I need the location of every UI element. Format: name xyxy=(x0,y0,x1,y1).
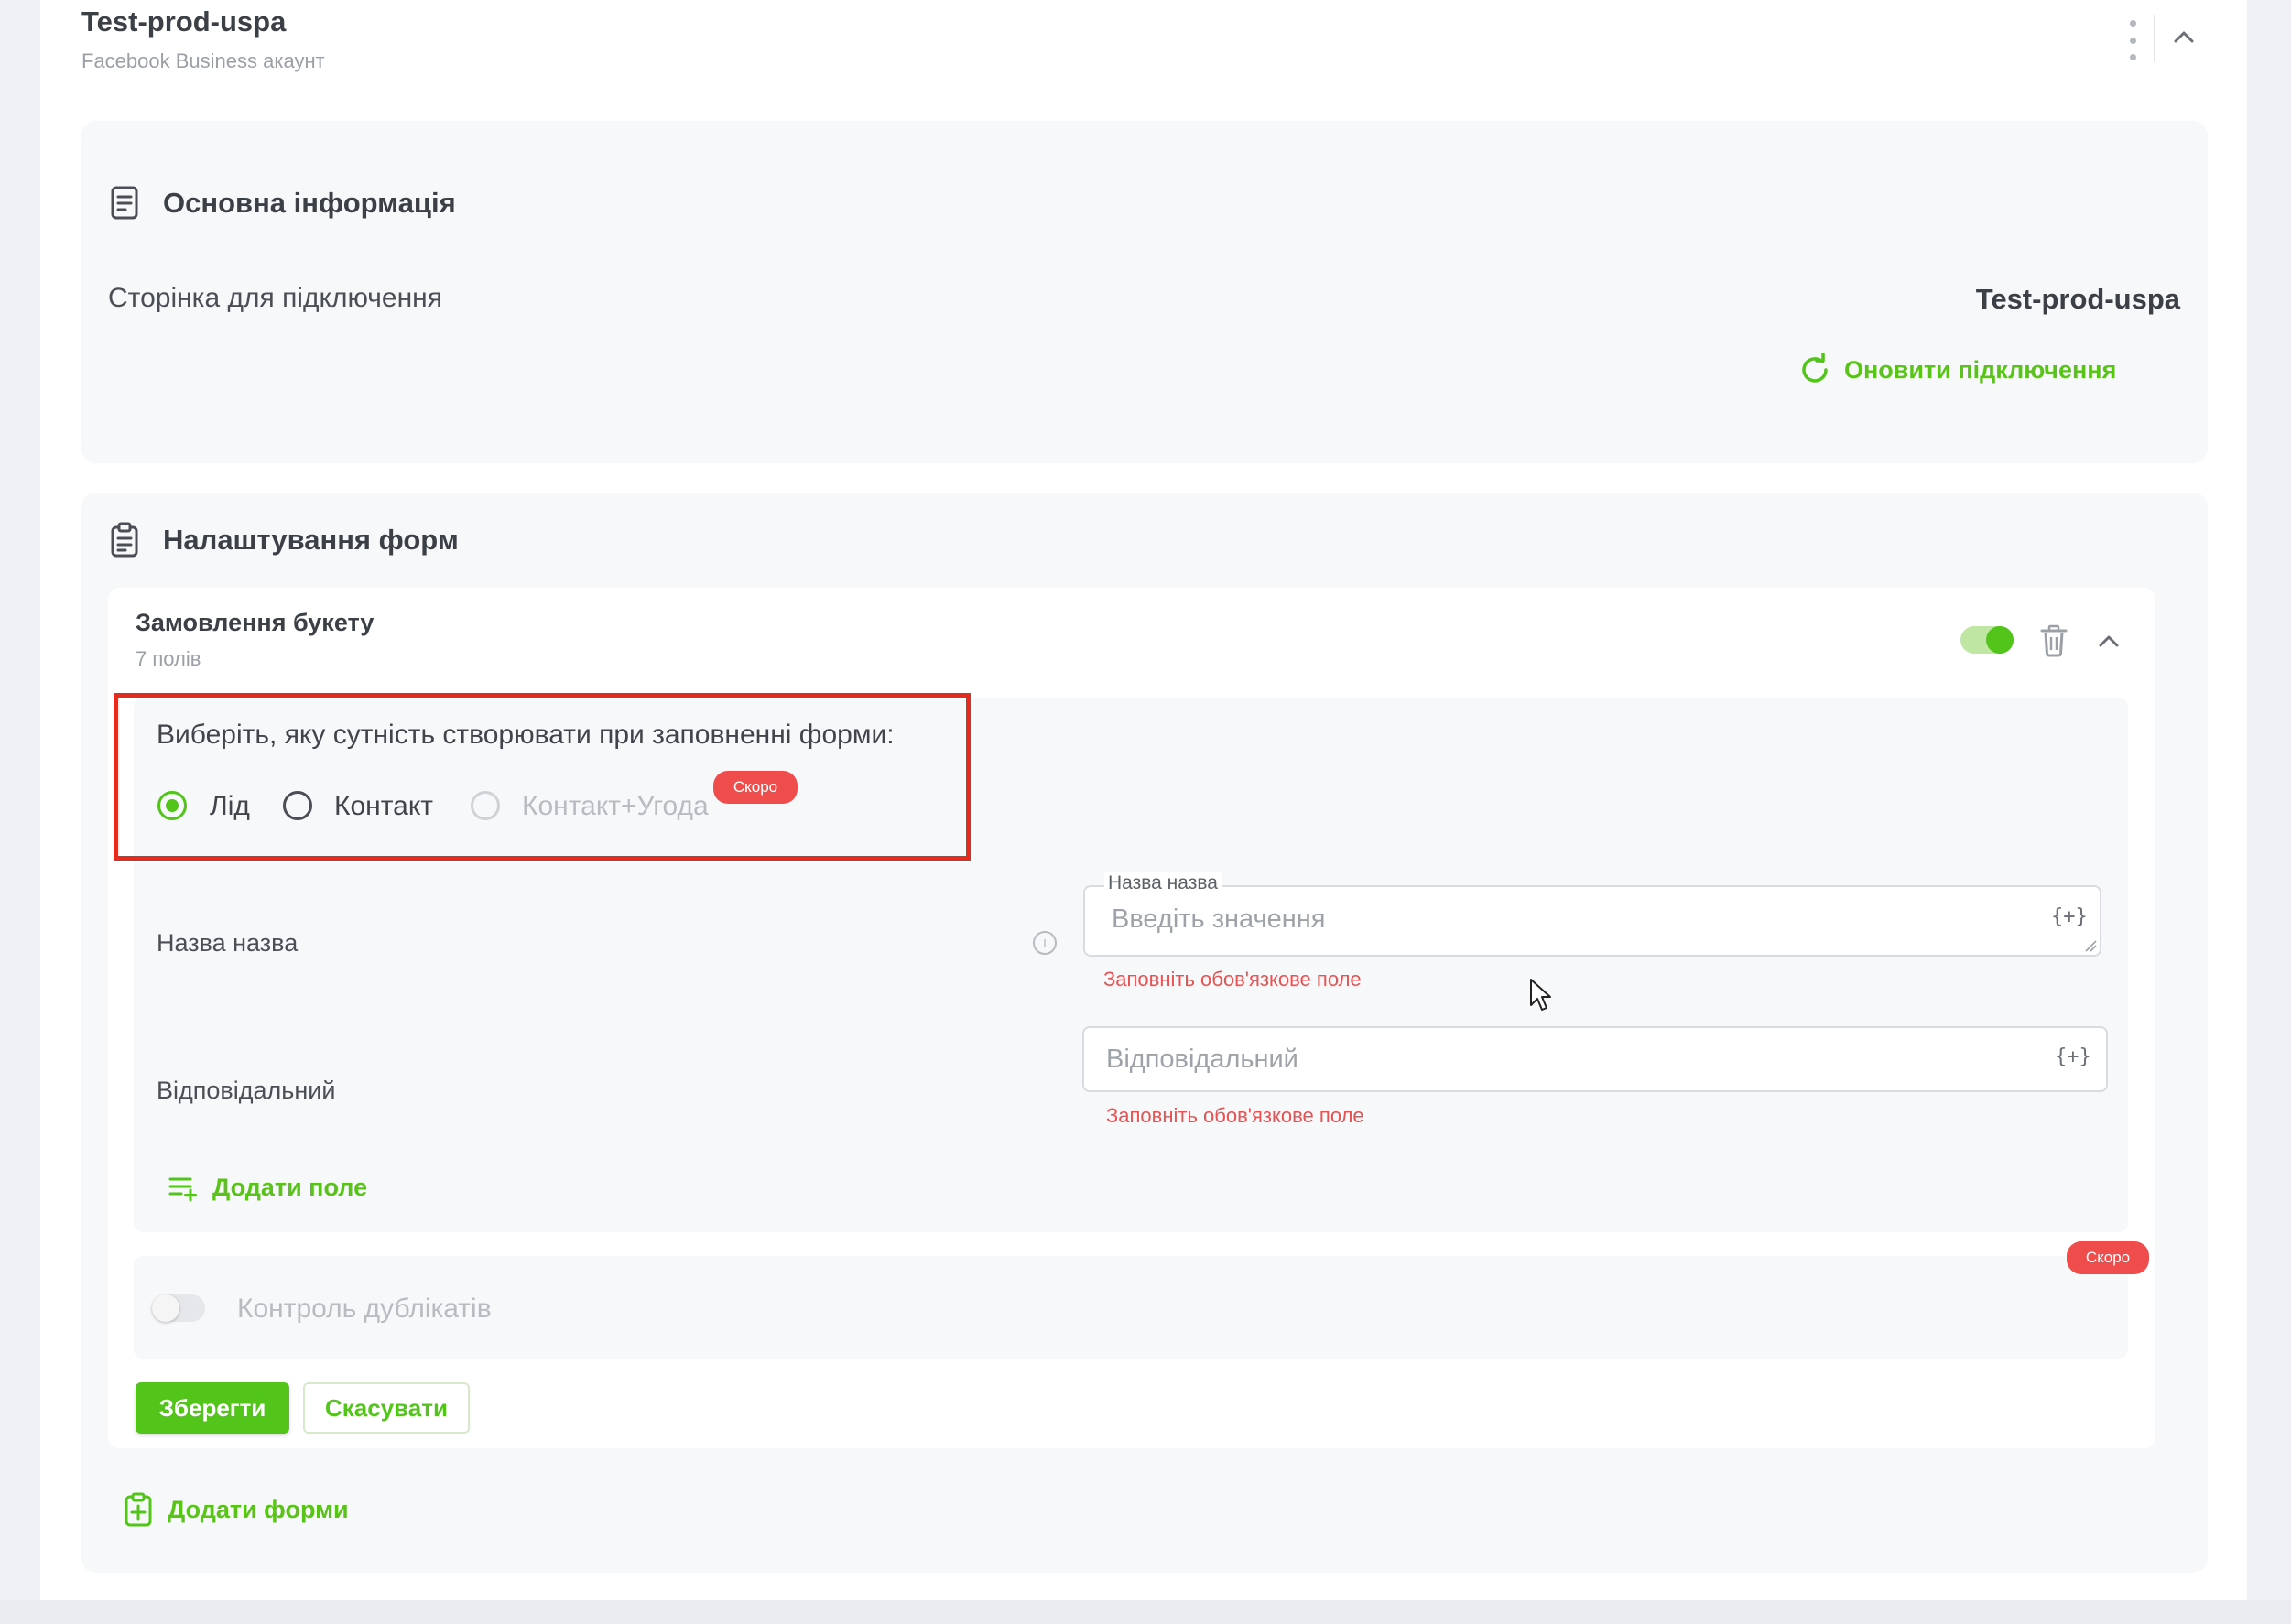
add-field-label: Додати поле xyxy=(212,1174,368,1201)
page-connection-value: Test-prod-uspa xyxy=(1975,283,2180,315)
add-clipboard-icon xyxy=(125,1492,152,1527)
more-options-icon[interactable] xyxy=(2126,20,2139,60)
trash-icon[interactable] xyxy=(2039,624,2068,657)
form-name: Замовлення букету xyxy=(136,609,375,636)
refresh-connection-label: Оновити підключення xyxy=(1844,355,2117,384)
basic-info-title: Основна інформація xyxy=(163,187,456,219)
refresh-connection-button[interactable]: Оновити підключення xyxy=(1798,353,2116,386)
mouse-cursor-icon xyxy=(1530,979,1551,1011)
add-list-icon xyxy=(168,1177,197,1201)
field-responsible-error: Заповніть обов'язкове поле xyxy=(1106,1104,1364,1127)
field-responsible-placeholder: Відповідальний xyxy=(1106,1045,1298,1074)
document-icon xyxy=(111,186,138,220)
field-responsible-variable-button[interactable]: {+} xyxy=(2055,1045,2091,1068)
field-responsible-label: Відповідальний xyxy=(157,1077,336,1104)
field-name-error: Заповніть обов'язкове поле xyxy=(1103,968,1362,991)
field-name-legend: Назва назва xyxy=(1104,872,1222,894)
save-button[interactable]: Зберегти xyxy=(136,1382,289,1434)
info-icon[interactable]: i xyxy=(1033,931,1057,955)
header-divider xyxy=(2154,15,2155,62)
form-collapse-chevron-up-icon[interactable] xyxy=(2095,628,2123,655)
form-enabled-toggle[interactable] xyxy=(1960,626,2014,654)
field-name-placeholder: Введіть значення xyxy=(1112,904,1326,934)
duplicates-toggle xyxy=(152,1294,205,1322)
duplicates-label: Контроль дублікатів xyxy=(237,1294,492,1324)
add-forms-button[interactable]: Додати форми xyxy=(124,1492,349,1527)
highlight-box xyxy=(114,693,971,861)
collapse-chevron-up-icon[interactable] xyxy=(2170,24,2198,51)
form-fields-count: 7 полів xyxy=(136,647,201,670)
add-field-button[interactable]: Додати поле xyxy=(168,1174,367,1202)
resize-handle-icon[interactable] xyxy=(2084,939,2097,952)
page-bottom-strip xyxy=(0,1600,2291,1624)
add-forms-label: Додати форми xyxy=(168,1495,349,1523)
account-subtitle: Facebook Business акаунт xyxy=(81,49,325,72)
page-connection-label: Сторінка для підключення xyxy=(108,283,442,313)
refresh-icon xyxy=(1802,353,1828,383)
field-name-label: Назва назва xyxy=(157,929,299,957)
duplicates-soon-badge: Скоро xyxy=(2067,1241,2149,1274)
clipboard-icon xyxy=(111,522,138,558)
account-title: Test-prod-uspa xyxy=(81,5,287,38)
forms-settings-title: Налаштування форм xyxy=(163,524,459,556)
cancel-button[interactable]: Скасувати xyxy=(303,1382,470,1434)
field-name-variable-button[interactable]: {+} xyxy=(2051,905,2088,928)
